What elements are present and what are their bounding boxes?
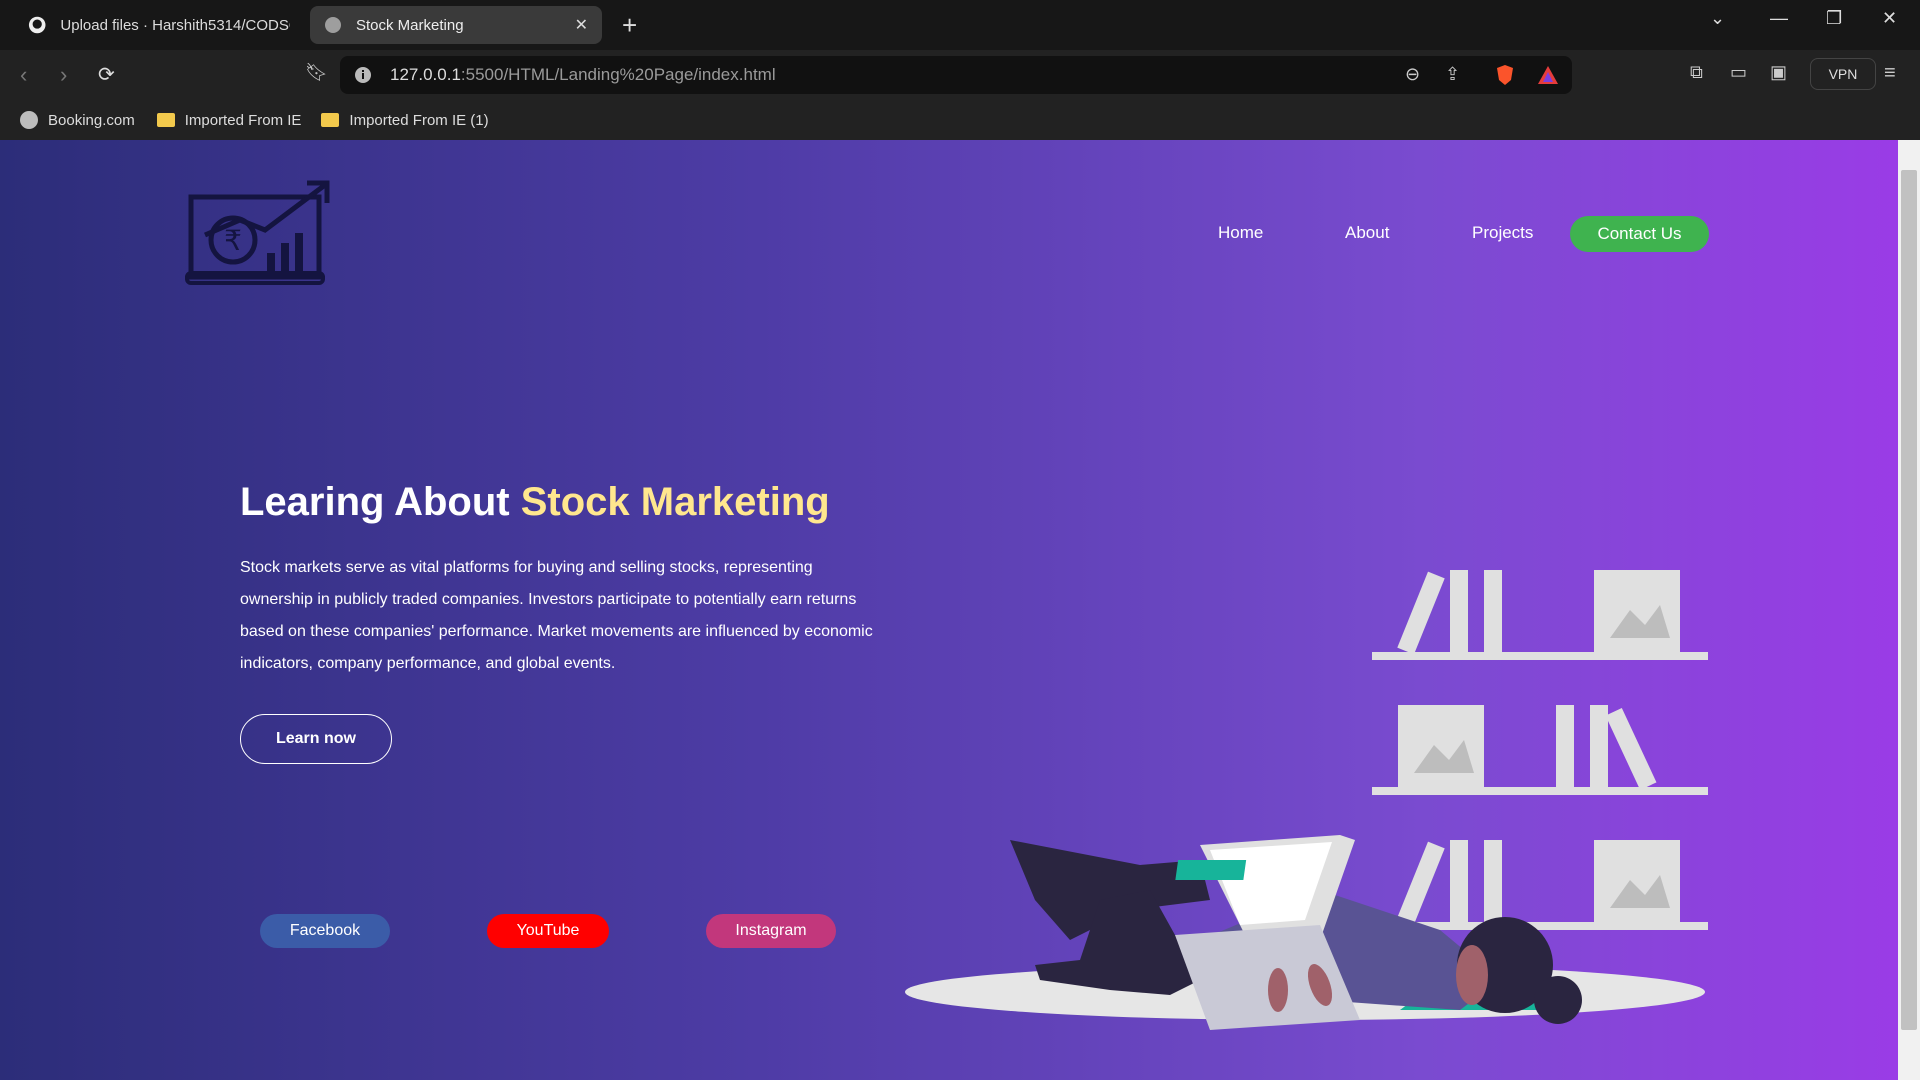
sidebar-icon[interactable]: ▭ xyxy=(1730,62,1747,83)
stock-logo-icon[interactable]: ₹ xyxy=(185,175,335,295)
contact-us-button[interactable]: Contact Us xyxy=(1570,216,1709,252)
hero-title-plain: Learing About xyxy=(240,480,521,524)
instagram-label: Instagram xyxy=(735,922,807,939)
tab-github[interactable]: Upload files · Harshith5314/CODSOF xyxy=(14,6,304,44)
restore-button[interactable]: ❐ xyxy=(1826,8,1842,29)
facebook-button[interactable]: Facebook xyxy=(260,914,390,948)
hero-title: Learing About Stock Marketing xyxy=(240,480,830,525)
learn-now-button[interactable]: Learn now xyxy=(240,714,392,764)
person-reading-illustration xyxy=(905,570,1708,1030)
bookmark-booking[interactable]: Booking.com xyxy=(20,111,135,129)
url-path: :5500/HTML/Landing%20Page/index.html xyxy=(460,65,776,84)
brave-rewards-icon[interactable] xyxy=(1537,65,1559,85)
hero-title-highlight: Stock Marketing xyxy=(520,480,830,524)
bookmark-label: Booking.com xyxy=(48,111,135,129)
nav-projects[interactable]: Projects xyxy=(1472,223,1533,243)
globe-icon xyxy=(325,17,341,33)
back-button[interactable]: ‹ xyxy=(20,62,27,88)
url-text: 127.0.0.1:5500/HTML/Landing%20Page/index… xyxy=(390,65,776,85)
youtube-button[interactable]: YouTube xyxy=(487,914,609,948)
landing-page: ₹ Home About Projects Contact Us Learing… xyxy=(0,140,1898,1080)
rupee-symbol: ₹ xyxy=(224,224,242,257)
close-tab-icon[interactable]: ✕ xyxy=(575,15,588,35)
tab-title: Upload files · Harshith5314/CODSOF xyxy=(60,16,290,34)
globe-icon xyxy=(20,111,38,129)
nav-home[interactable]: Home xyxy=(1218,223,1263,243)
nav-about[interactable]: About xyxy=(1345,223,1389,243)
tab-list-chevron-icon[interactable]: ⌄ xyxy=(1710,8,1725,29)
address-bar[interactable]: 127.0.0.1:5500/HTML/Landing%20Page/index… xyxy=(340,56,1572,94)
folder-icon xyxy=(321,113,340,127)
contact-label: Contact Us xyxy=(1597,224,1682,243)
browser-tab-bar: Upload files · Harshith5314/CODSOF Stock… xyxy=(0,0,1920,50)
extensions-icon[interactable]: ⧉ xyxy=(1690,62,1703,83)
minimize-button[interactable]: — xyxy=(1770,8,1788,29)
bookmark-label: Imported From IE (1) xyxy=(349,111,489,129)
share-icon[interactable]: ⇪ xyxy=(1445,64,1460,85)
folder-icon xyxy=(156,113,175,127)
facebook-label: Facebook xyxy=(289,922,361,939)
tab-stock-marketing[interactable]: Stock Marketing ✕ xyxy=(310,6,602,44)
page-scrollbar[interactable] xyxy=(1898,140,1920,1080)
forward-button[interactable]: › xyxy=(60,62,67,88)
site-info-icon[interactable] xyxy=(354,66,372,84)
close-window-button[interactable]: ✕ xyxy=(1882,8,1897,29)
reload-button[interactable]: ⟳ xyxy=(98,62,115,87)
wallet-icon[interactable]: ▣ xyxy=(1770,62,1787,83)
learn-label: Learn now xyxy=(275,730,356,747)
brave-shield-icon[interactable] xyxy=(1495,64,1515,86)
vpn-label: VPN xyxy=(1828,66,1858,82)
bookmark-folder-ie[interactable]: Imported From IE xyxy=(156,111,302,129)
vpn-button[interactable]: VPN xyxy=(1810,58,1876,90)
zoom-icon[interactable]: ⊖ xyxy=(1405,64,1420,85)
instagram-button[interactable]: Instagram xyxy=(706,914,836,948)
bookmark-icon[interactable]: 🔖︎ xyxy=(305,62,328,83)
new-tab-button[interactable]: + xyxy=(622,10,637,41)
hero-description: Stock markets serve as vital platforms f… xyxy=(240,559,873,672)
menu-icon[interactable]: ≡ xyxy=(1884,62,1896,85)
tab-title: Stock Marketing xyxy=(356,16,464,34)
youtube-label: YouTube xyxy=(516,922,580,939)
bookmark-label: Imported From IE xyxy=(184,111,302,129)
bookmark-folder-ie-1[interactable]: Imported From IE (1) xyxy=(321,111,489,129)
url-host: 127.0.0.1 xyxy=(390,65,461,84)
bookmarks-bar: Booking.com Imported From IE Imported Fr… xyxy=(0,100,1920,140)
github-icon xyxy=(28,16,46,34)
scrollbar-thumb[interactable] xyxy=(1901,170,1917,1030)
